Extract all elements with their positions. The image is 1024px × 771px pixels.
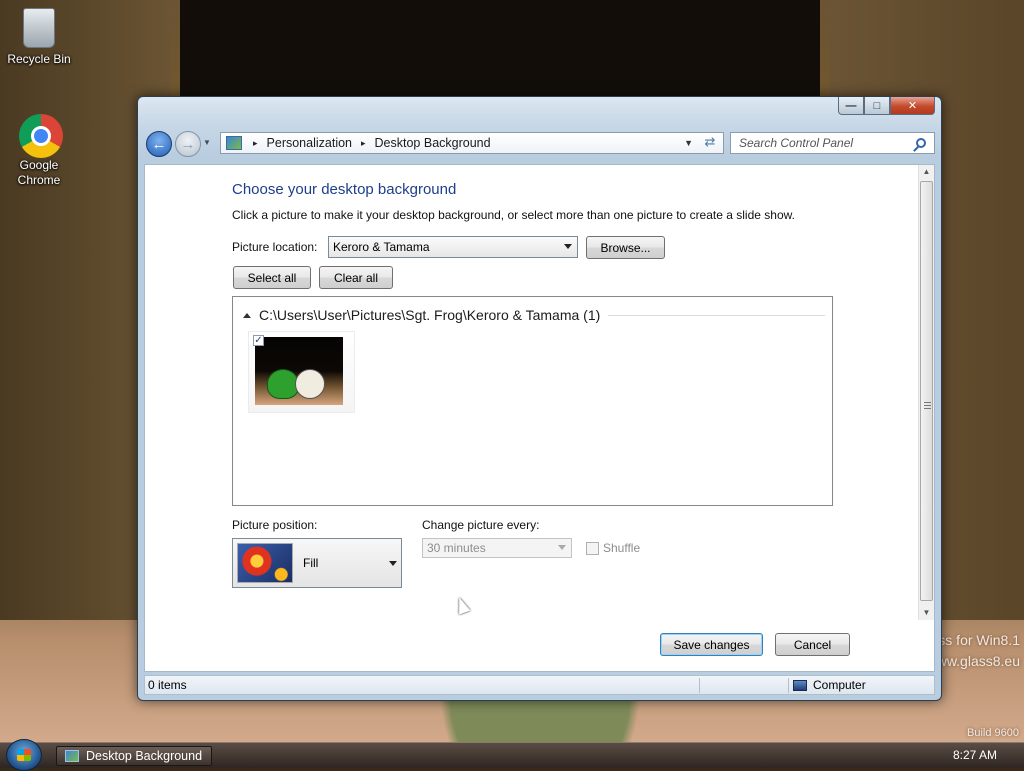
control-panel-icon	[65, 750, 79, 762]
browse-button[interactable]: Browse...	[586, 236, 665, 259]
caption-buttons: — □ ✕	[838, 97, 935, 115]
status-location-label: Computer	[813, 678, 866, 692]
close-button[interactable]: ✕	[890, 97, 935, 115]
thumbnail-checkbox[interactable]: ✓	[253, 335, 264, 346]
desktop-icon-google-chrome[interactable]: Google Chrome	[1, 114, 77, 188]
picture-group-header[interactable]: C:\Users\User\Pictures\Sgt. Frog\Keroro …	[243, 307, 825, 323]
control-panel-window: — □ ✕ ← → ▼ ▸ Personalization ▸ Desktop …	[137, 96, 942, 701]
start-button[interactable]	[6, 739, 42, 771]
breadcrumb-desktop-background[interactable]: Desktop Background	[369, 136, 497, 150]
vertical-scrollbar[interactable]: ▲ ▼	[918, 165, 934, 620]
recycle-bin-icon	[19, 8, 59, 50]
status-divider	[788, 678, 789, 693]
taskbar-button-label: Desktop Background	[86, 749, 203, 763]
search-box[interactable]: Search Control Panel	[730, 132, 935, 154]
computer-icon	[793, 679, 807, 691]
back-arrow-icon: ←	[151, 135, 167, 153]
keroro-tamama-image	[255, 337, 343, 405]
chrome-icon	[19, 114, 63, 158]
content-pane: Choose your desktop background Click a p…	[144, 164, 935, 672]
picture-group-title: C:\Users\User\Pictures\Sgt. Frog\Keroro …	[259, 307, 601, 323]
status-divider	[699, 678, 700, 693]
search-input[interactable]: Search Control Panel	[739, 136, 853, 150]
change-interval-value: 30 minutes	[427, 541, 486, 555]
clear-all-button[interactable]: Clear all	[319, 266, 393, 289]
clock[interactable]: 8:27 AM	[953, 748, 997, 762]
picture-thumbnail[interactable]: ✓	[248, 331, 355, 413]
picture-position-value: Fill	[303, 556, 319, 570]
scroll-up-icon[interactable]: ▲	[919, 165, 934, 179]
address-dropdown-icon[interactable]: ▼	[684, 138, 693, 148]
picture-gallery[interactable]: C:\Users\User\Pictures\Sgt. Frog\Keroro …	[232, 296, 833, 506]
status-location: Computer	[793, 678, 866, 692]
chevron-down-icon	[564, 244, 572, 249]
position-preview-icon	[237, 543, 293, 583]
navigation-bar: ← → ▼ ▸ Personalization ▸ Desktop Backgr…	[138, 129, 941, 159]
desktop-icon-label: Recycle Bin	[7, 52, 71, 66]
watermark-line1: ss for Win8.1	[938, 632, 1020, 648]
refresh-icon[interactable]: ⇄	[701, 134, 719, 150]
taskbar: Desktop Background 8:27 AM	[0, 739, 1024, 771]
back-button[interactable]: ←	[146, 131, 172, 157]
build-label: Build 9600	[967, 727, 1019, 739]
breadcrumb-separator-icon[interactable]: ▸	[250, 138, 261, 149]
mouse-cursor-icon	[453, 595, 471, 615]
change-picture-label: Change picture every:	[422, 518, 540, 532]
desktop-icon-label: Google Chrome	[17, 158, 61, 187]
shuffle-checkbox[interactable]	[586, 542, 599, 555]
status-bar: 0 items Computer	[144, 675, 935, 695]
page-title: Choose your desktop background	[232, 181, 457, 198]
search-icon[interactable]	[916, 138, 926, 148]
group-divider	[608, 314, 825, 316]
collapse-triangle-icon[interactable]	[243, 312, 251, 318]
item-count: 0 items	[148, 678, 187, 692]
forward-arrow-icon: →	[180, 135, 196, 153]
scrollbar-thumb[interactable]	[920, 181, 933, 601]
minimize-button[interactable]: —	[838, 97, 864, 115]
cancel-button[interactable]: Cancel	[775, 633, 850, 656]
grip-icon	[924, 402, 931, 410]
address-bar[interactable]: ▸ Personalization ▸ Desktop Background ▼	[220, 132, 724, 154]
picture-position-label: Picture position:	[232, 518, 318, 532]
picture-location-value: Keroro & Tamama	[333, 240, 430, 254]
chevron-down-icon	[558, 545, 566, 550]
select-all-button[interactable]: Select all	[233, 266, 311, 289]
taskbar-button-desktop-background[interactable]: Desktop Background	[56, 746, 212, 766]
breadcrumb-separator-icon[interactable]: ▸	[358, 138, 369, 149]
desktop-icon-recycle-bin[interactable]: Recycle Bin	[1, 6, 77, 67]
control-panel-icon	[226, 136, 242, 150]
change-interval-select[interactable]: 30 minutes	[422, 538, 572, 558]
recent-pages-dropdown-icon[interactable]: ▼	[203, 138, 211, 147]
forward-button[interactable]: →	[175, 131, 201, 157]
picture-position-select[interactable]: Fill	[232, 538, 402, 588]
tamama-figure	[295, 369, 325, 399]
breadcrumb-personalization[interactable]: Personalization	[261, 136, 358, 150]
picture-location-label: Picture location:	[232, 240, 318, 254]
shuffle-label: Shuffle	[603, 541, 641, 555]
picture-location-select[interactable]: Keroro & Tamama	[328, 236, 578, 258]
maximize-button[interactable]: □	[864, 97, 890, 115]
chevron-down-icon	[389, 561, 397, 566]
save-changes-button[interactable]: Save changes	[660, 633, 763, 656]
page-description: Click a picture to make it your desktop …	[232, 208, 795, 222]
scroll-down-icon[interactable]: ▼	[919, 606, 934, 620]
